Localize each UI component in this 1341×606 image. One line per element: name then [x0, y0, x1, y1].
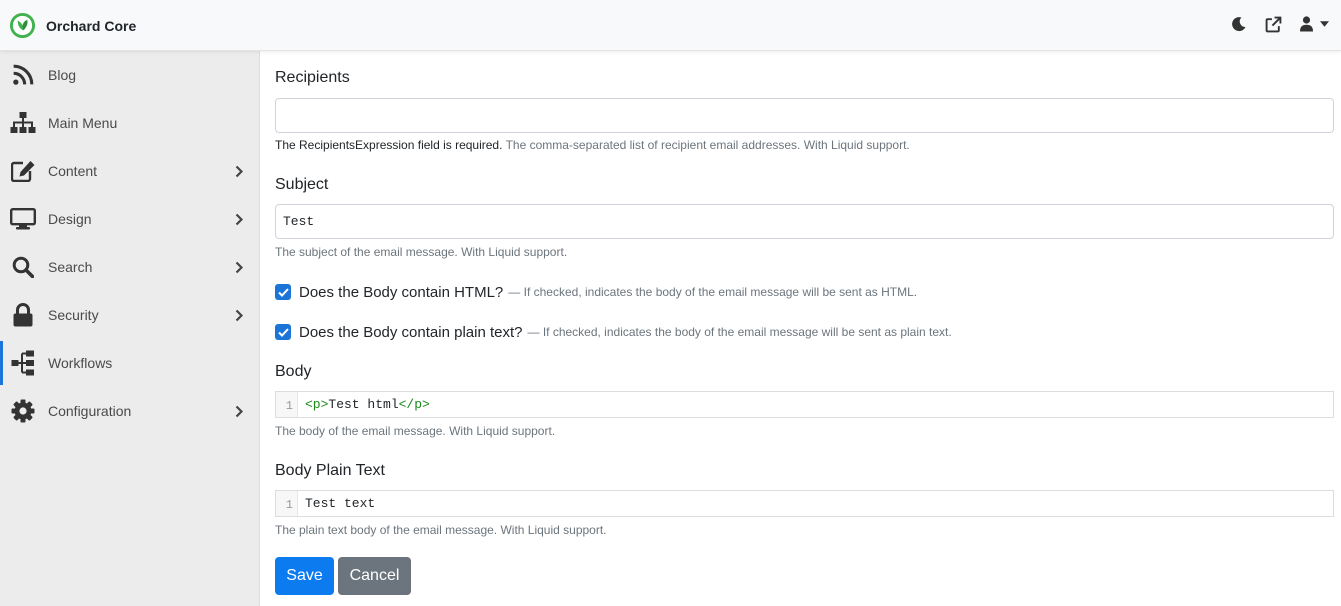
- sidebar-item-main-menu[interactable]: Main Menu: [0, 99, 259, 147]
- subject-input[interactable]: [275, 204, 1334, 239]
- sidebar-item-design[interactable]: Design: [0, 195, 259, 243]
- is-plain-text-checkbox[interactable]: [275, 324, 291, 340]
- recipients-validation-error: The RecipientsExpression field is requir…: [275, 138, 503, 152]
- chevron-right-icon: [233, 164, 245, 178]
- sidebar-item-label: Configuration: [48, 403, 132, 419]
- is-plain-text-hint: — If checked, indicates the body of the …: [527, 325, 952, 339]
- code-content: Test html: [328, 397, 399, 412]
- sidebar-item-blog[interactable]: Blog: [0, 51, 259, 99]
- recipients-input[interactable]: [275, 98, 1334, 133]
- recipients-label: Recipients: [275, 69, 350, 86]
- recipients-help: The RecipientsExpression field is requir…: [275, 138, 910, 152]
- sidebar-item-label: Workflows: [48, 355, 113, 371]
- rss-icon: [10, 62, 36, 88]
- recipients-hint: The comma-separated list of recipient em…: [505, 138, 910, 152]
- sidebar-item-workflows[interactable]: Workflows: [0, 339, 259, 387]
- subject-label: Subject: [275, 176, 329, 193]
- is-plain-text-label[interactable]: Does the Body contain plain text?: [299, 324, 522, 341]
- chevron-right-icon: [233, 260, 245, 274]
- top-navbar: Orchard Core: [0, 0, 1341, 51]
- is-html-checkbox[interactable]: [275, 284, 291, 300]
- sidebar-item-search[interactable]: Search: [0, 243, 259, 291]
- external-link-icon[interactable]: [1263, 14, 1283, 34]
- body-code-editor[interactable]: 1 <p>Test html</p>: [275, 391, 1334, 418]
- is-html-label[interactable]: Does the Body contain HTML?: [299, 284, 503, 301]
- sidebar-item-label: Blog: [48, 67, 77, 83]
- edit-icon: [10, 158, 36, 184]
- gear-icon: [10, 398, 36, 424]
- save-button[interactable]: Save: [275, 557, 334, 595]
- checkmark-icon: [277, 287, 289, 297]
- line-number: 1: [276, 392, 298, 417]
- body-plain-label: Body Plain Text: [275, 462, 385, 479]
- subject-help: The subject of the email message. With L…: [275, 245, 568, 259]
- body-plain-help: The plain text body of the email message…: [275, 523, 607, 537]
- sidebar-item-configuration[interactable]: Configuration: [0, 387, 259, 435]
- sidebar-item-security[interactable]: Security: [0, 291, 259, 339]
- code-close-tag: </p>: [398, 397, 430, 412]
- sidebar-item-label: Design: [48, 211, 92, 227]
- workflow-icon: [10, 350, 36, 376]
- sidebar-item-label: Search: [48, 259, 93, 275]
- line-number: 1: [276, 491, 298, 516]
- is-html-hint: — If checked, indicates the body of the …: [508, 285, 918, 299]
- user-menu-toggle[interactable]: [1297, 14, 1331, 34]
- code-open-tag: <p>: [305, 397, 329, 412]
- is-html-row: Does the Body contain HTML? — If checked…: [275, 282, 917, 302]
- brand-link[interactable]: Orchard Core: [9, 12, 136, 39]
- sidebar-item-label: Security: [48, 307, 99, 323]
- chevron-right-icon: [233, 404, 245, 418]
- sitemap-icon: [10, 110, 36, 136]
- caret-down-icon: [1320, 21, 1329, 27]
- body-plain-code-editor[interactable]: 1 Test text: [275, 490, 1334, 517]
- body-label: Body: [275, 363, 312, 380]
- lock-icon: [10, 302, 36, 328]
- moon-icon[interactable]: [1229, 14, 1249, 34]
- checkmark-icon: [277, 327, 289, 337]
- app-title[interactable]: Orchard Core: [46, 18, 136, 34]
- sidebar-item-content[interactable]: Content: [0, 147, 259, 195]
- desktop-icon: [10, 206, 36, 232]
- cancel-button[interactable]: Cancel: [338, 557, 411, 595]
- body-help: The body of the email message. With Liqu…: [275, 424, 556, 438]
- chevron-right-icon: [233, 308, 245, 322]
- body-plain-code[interactable]: Test text: [298, 491, 375, 516]
- admin-sidebar: Blog Main Menu Content Design Search Sec…: [0, 51, 260, 606]
- chevron-right-icon: [233, 212, 245, 226]
- sidebar-item-label: Content: [48, 163, 98, 179]
- sidebar-item-label: Main Menu: [48, 115, 118, 131]
- orchard-logo-icon: [9, 12, 36, 39]
- is-plain-text-row: Does the Body contain plain text? — If c…: [275, 322, 952, 342]
- body-code[interactable]: <p>Test html</p>: [298, 392, 430, 417]
- user-icon: [1300, 16, 1313, 32]
- search-icon: [10, 254, 36, 280]
